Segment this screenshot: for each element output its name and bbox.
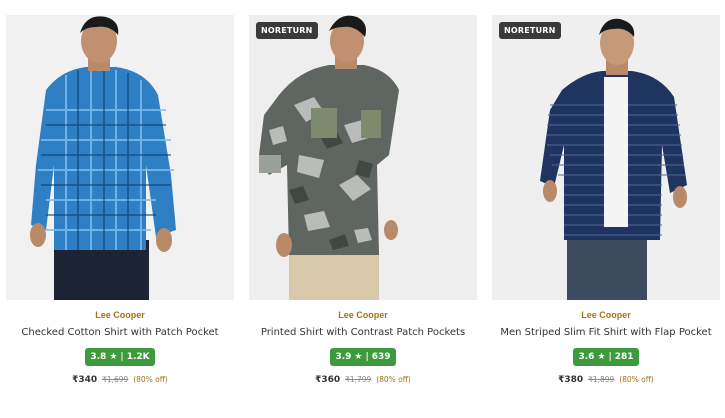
price-row: ₹380 ₹1,899 (80% off) <box>492 375 720 385</box>
rating-value: 3.9 <box>335 352 352 362</box>
noreturn-badge: NORETURN <box>499 22 561 39</box>
discount-label: (80% off) <box>133 375 168 384</box>
rating-separator: | <box>608 352 612 362</box>
model-photo <box>6 15 234 300</box>
price-row: ₹340 ₹1,699 (80% off) <box>6 375 234 385</box>
sale-price: ₹360 <box>315 375 341 385</box>
rating-separator: | <box>365 352 369 362</box>
rating-count: 639 <box>371 352 391 362</box>
noreturn-badge: NORETURN <box>256 22 318 39</box>
product-card[interactable]: NORETURN Lee Cooper Men Striped Slim Fit… <box>492 15 720 410</box>
original-price: ₹1,899 <box>588 375 615 384</box>
rating-count: 281 <box>614 352 634 362</box>
rating-count: 1.2K <box>126 352 150 362</box>
original-price: ₹1,699 <box>102 375 129 384</box>
product-brand: Lee Cooper <box>581 310 631 320</box>
price-row: ₹360 ₹1,799 (80% off) <box>249 375 477 385</box>
sale-price: ₹380 <box>558 375 584 385</box>
product-grid: Lee Cooper Checked Cotton Shirt with Pat… <box>0 0 725 418</box>
original-price: ₹1,799 <box>345 375 372 384</box>
discount-label: (80% off) <box>619 375 654 384</box>
model-photo <box>492 15 720 300</box>
rating-value: 3.8 <box>90 352 107 362</box>
star-icon: ★ <box>354 352 363 362</box>
product-brand: Lee Cooper <box>338 310 388 320</box>
rating-badge: 3.9 ★ | 639 <box>330 348 396 366</box>
product-card[interactable]: NORETURN Lee Cooper Printed Shirt with C… <box>249 15 477 410</box>
product-title[interactable]: Printed Shirt with Contrast Patch Pocket… <box>249 327 477 338</box>
product-card[interactable]: Lee Cooper Checked Cotton Shirt with Pat… <box>6 15 234 410</box>
rating-badge: 3.6 ★ | 281 <box>573 348 639 366</box>
star-icon: ★ <box>597 352 606 362</box>
rating-separator: | <box>120 352 124 362</box>
product-image[interactable]: NORETURN <box>249 15 477 300</box>
discount-label: (80% off) <box>376 375 411 384</box>
product-brand: Lee Cooper <box>95 310 145 320</box>
product-image[interactable]: NORETURN <box>492 15 720 300</box>
model-photo <box>249 15 477 300</box>
rating-value: 3.6 <box>578 352 595 362</box>
sale-price: ₹340 <box>72 375 98 385</box>
star-icon: ★ <box>109 352 118 362</box>
product-title[interactable]: Checked Cotton Shirt with Patch Pocket <box>6 327 234 338</box>
rating-badge: 3.8 ★ | 1.2K <box>85 348 155 366</box>
product-title[interactable]: Men Striped Slim Fit Shirt with Flap Poc… <box>492 327 720 338</box>
product-image[interactable] <box>6 15 234 300</box>
